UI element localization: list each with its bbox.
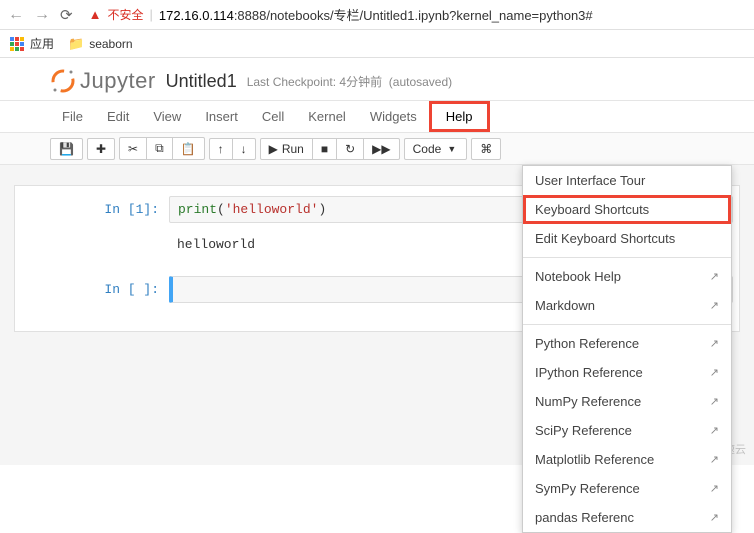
external-link-icon: ↗ [710,511,719,524]
plus-icon: ✚ [96,142,106,156]
menu-edit[interactable]: Edit [95,101,141,132]
cell-type-select[interactable]: Code ▼ [404,138,468,160]
checkpoint-label: Last Checkpoint: 4分钟前 (autosaved) [247,73,452,90]
fast-forward-button[interactable]: ▶▶ [364,139,398,159]
help-python-reference[interactable]: Python Reference↗ [523,329,731,358]
external-link-icon: ↗ [710,424,719,437]
help-ipython-reference[interactable]: IPython Reference↗ [523,358,731,387]
run-icon: ▶ [269,142,278,156]
menu-widgets[interactable]: Widgets [358,101,429,132]
restart-icon: ↻ [345,142,355,156]
insecure-label: 不安全 [107,6,143,23]
jupyter-icon [50,68,76,94]
arrow-down-icon: ↓ [241,142,247,156]
input-prompt: In [1]: [79,196,169,223]
url-bar[interactable]: ▲ 不安全 | 172.16.0.114:8888/notebooks/专栏/U… [83,3,746,26]
help-keyboard-shortcuts[interactable]: Keyboard Shortcuts [523,195,731,224]
menu-insert[interactable]: Insert [193,101,250,132]
external-link-icon: ↗ [710,299,719,312]
help-sympy-reference[interactable]: SymPy Reference↗ [523,474,731,503]
paste-button[interactable]: 📋 [173,138,204,159]
warning-icon: ▲ [89,7,102,22]
apps-button[interactable]: 应用 [10,35,54,52]
save-button[interactable]: 💾 [51,139,82,159]
save-icon: 💾 [59,142,74,156]
folder-icon: 📁 [68,36,84,52]
add-cell-button[interactable]: ✚ [88,139,114,159]
back-icon[interactable]: ← [8,6,24,24]
external-link-icon: ↗ [710,395,719,408]
forward-icon[interactable]: → [34,6,50,24]
notebook-title[interactable]: Untitled1 [166,71,237,92]
help-scipy-reference[interactable]: SciPy Reference↗ [523,416,731,445]
scissors-icon: ✂ [128,142,138,156]
restart-button[interactable]: ↻ [337,139,364,159]
reload-icon[interactable]: ⟳ [60,6,73,24]
help-dropdown: User Interface Tour Keyboard Shortcuts E… [522,165,732,533]
help-edit-keyboard-shortcuts[interactable]: Edit Keyboard Shortcuts [523,224,731,253]
copy-icon: ⧉ [155,141,164,156]
bookmark-bar: 应用 📁 seaborn [0,30,754,58]
menu-bar: File Edit View Insert Cell Kernel Widget… [0,100,754,133]
jupyter-logo[interactable]: Jupyter [50,68,156,94]
help-numpy-reference[interactable]: NumPy Reference↗ [523,387,731,416]
browser-nav-bar: ← → ⟳ ▲ 不安全 | 172.16.0.114:8888/notebook… [0,0,754,30]
cut-button[interactable]: ✂ [120,138,147,159]
help-notebook-help[interactable]: Notebook Help↗ [523,262,731,291]
help-matplotlib-reference[interactable]: Matplotlib Reference↗ [523,445,731,474]
copy-button[interactable]: ⧉ [147,138,173,159]
input-prompt: In [ ]: [79,276,169,303]
fast-forward-icon: ▶▶ [372,142,390,156]
external-link-icon: ↗ [710,482,719,495]
external-link-icon: ↗ [710,366,719,379]
keyboard-icon: ⌘ [480,142,492,156]
command-palette-button[interactable]: ⌘ [472,139,500,159]
toolbar: 💾 ✚ ✂ ⧉ 📋 ↑ ↓ ▶Run ■ ↻ ▶▶ Code ▼ ⌘ [0,133,754,165]
paste-icon: 📋 [181,142,196,156]
menu-view[interactable]: View [141,101,193,132]
menu-help[interactable]: Help [429,101,490,132]
stop-button[interactable]: ■ [313,139,337,159]
help-pandas-reference[interactable]: pandas Referenc↗ [523,503,731,532]
external-link-icon: ↗ [710,337,719,350]
notebook-area: In [1]: print('helloworld') helloworld I… [0,165,754,465]
help-ui-tour[interactable]: User Interface Tour [523,166,731,195]
menu-cell[interactable]: Cell [250,101,296,132]
help-markdown[interactable]: Markdown↗ [523,291,731,320]
chevron-down-icon: ▼ [447,144,456,154]
stop-icon: ■ [321,142,328,156]
move-up-button[interactable]: ↑ [210,139,233,159]
menu-file[interactable]: File [50,101,95,132]
run-button[interactable]: ▶Run [261,139,313,159]
arrow-up-icon: ↑ [218,142,224,156]
apps-icon [10,37,24,51]
notebook-header: Jupyter Untitled1 Last Checkpoint: 4分钟前 … [0,58,754,100]
menu-kernel[interactable]: Kernel [296,101,358,132]
bookmark-seaborn[interactable]: 📁 seaborn [68,36,133,52]
external-link-icon: ↗ [710,270,719,283]
move-down-button[interactable]: ↓ [233,139,255,159]
external-link-icon: ↗ [710,453,719,466]
